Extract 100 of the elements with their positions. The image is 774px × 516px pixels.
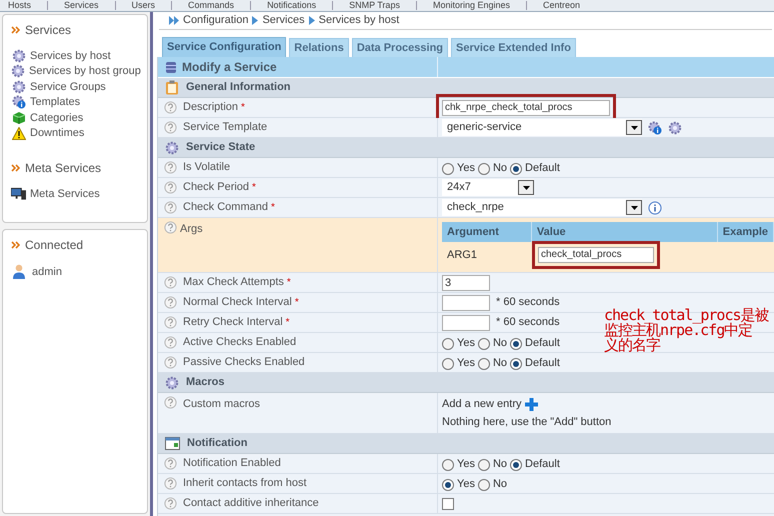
chevron-icon <box>11 26 20 34</box>
breadcrumb-link[interactable]: Configuration <box>183 12 248 29</box>
input-field[interactable]: 3 <box>442 274 490 290</box>
radio-button[interactable] <box>510 338 522 350</box>
plus-icon[interactable] <box>524 398 538 411</box>
help-icon[interactable] <box>164 161 177 174</box>
empty-message: Nothing here, use the "Add" button <box>442 414 612 430</box>
radio-button[interactable] <box>510 458 522 470</box>
value-field[interactable]: check_total_procs <box>538 247 654 263</box>
help-icon[interactable] <box>164 221 177 234</box>
breadcrumb-link[interactable]: Services <box>262 12 305 29</box>
help-icon[interactable] <box>164 316 177 329</box>
sidebar-item[interactable]: Categories <box>30 110 84 126</box>
radio-label: No <box>492 336 508 352</box>
gear-icon <box>12 48 26 63</box>
chevron-icon <box>11 240 20 248</box>
nav-tab[interactable]: Commands <box>188 0 234 12</box>
radio-button[interactable] <box>478 162 490 174</box>
sidebar-item[interactable]: Templates <box>30 94 80 110</box>
field-label: Custom macros <box>183 397 260 412</box>
help-icon[interactable] <box>164 477 177 490</box>
radio-label: Yes <box>457 477 475 492</box>
gear-icon <box>165 140 179 154</box>
field-label: Max Check Attempts <box>183 275 284 290</box>
warning-icon <box>12 126 26 140</box>
sidebar-item[interactable]: Services by host <box>30 48 111 64</box>
dropdown-button[interactable] <box>626 200 642 215</box>
input-field[interactable] <box>442 294 490 310</box>
tab[interactable]: Service Extended Info <box>451 38 576 57</box>
sidebar-item[interactable]: Service Groups <box>30 78 106 95</box>
field-label: Description <box>183 100 238 116</box>
sidebar-item[interactable]: Services by host group <box>29 63 141 80</box>
tab[interactable]: Service Configuration <box>162 37 286 57</box>
radio-label: Default <box>525 356 560 372</box>
radio-label: Default <box>525 336 560 352</box>
field-label: Active Checks Enabled <box>183 335 296 350</box>
help-icon[interactable] <box>164 101 177 114</box>
radio-label: No <box>492 356 508 372</box>
cube-icon <box>12 110 26 125</box>
sidebar-item[interactable]: Meta Services <box>30 186 100 202</box>
radio-button[interactable] <box>442 478 454 490</box>
info-icon[interactable] <box>648 200 662 214</box>
help-icon[interactable] <box>164 497 177 510</box>
radio-button[interactable] <box>478 338 490 350</box>
sidebar-item[interactable]: admin <box>32 264 62 280</box>
help-icon[interactable] <box>164 457 177 470</box>
input-field[interactable] <box>442 314 490 330</box>
help-icon[interactable] <box>164 336 177 349</box>
radio-button[interactable] <box>478 458 490 470</box>
help-icon[interactable] <box>164 121 177 134</box>
radio-button[interactable] <box>510 358 522 370</box>
tab[interactable]: Relations <box>289 38 349 57</box>
help-icon[interactable] <box>164 201 177 214</box>
radio-button[interactable] <box>442 338 454 350</box>
nav-tab[interactable]: Notifications <box>267 0 316 12</box>
nav-tab[interactable]: Users <box>132 0 156 12</box>
nav-tab[interactable]: Services <box>64 0 99 12</box>
annotation-text: 义的名字 <box>604 338 660 353</box>
radio-button[interactable] <box>442 458 454 470</box>
dropdown-button[interactable] <box>518 180 534 195</box>
sidebar-item[interactable]: Downtimes <box>30 125 84 142</box>
nav-tab[interactable]: Monitoring Engines <box>432 0 510 12</box>
radio-button[interactable] <box>510 162 522 174</box>
caret-icon <box>630 126 638 130</box>
radio-label: Yes <box>457 336 475 352</box>
field-label: Notification Enabled <box>183 456 281 472</box>
tab[interactable]: Data Processing <box>352 38 448 57</box>
unit-label: * 60 seconds <box>496 295 560 310</box>
double-arrow-icon <box>169 16 179 25</box>
nav-tab[interactable]: Centreon <box>543 0 580 12</box>
help-icon[interactable] <box>164 396 177 409</box>
window-icon <box>165 437 180 450</box>
add-entry-link[interactable]: Add a new entry <box>442 396 522 412</box>
breadcrumb-link[interactable]: Services by host <box>318 12 400 29</box>
help-icon[interactable] <box>164 296 177 309</box>
description-field[interactable]: chk_nrpe_check_total_procs <box>442 100 610 116</box>
arrow-icon <box>252 16 258 25</box>
help-icon[interactable] <box>164 356 177 369</box>
radio-button[interactable] <box>442 162 454 174</box>
annotation-text: check_total_procs是被 <box>604 308 769 323</box>
field-label: Check Command <box>183 200 268 216</box>
checkbox[interactable] <box>442 498 454 510</box>
radio-label: Yes <box>457 161 475 176</box>
help-icon[interactable] <box>164 181 177 194</box>
select-field[interactable]: generic-service <box>442 119 642 136</box>
radio-button[interactable] <box>442 358 454 370</box>
nav-tab[interactable]: SNMP Traps <box>349 0 400 12</box>
computer-icon <box>11 186 26 201</box>
field-label: Check Period <box>183 180 250 196</box>
info-gear-icon <box>648 120 662 134</box>
help-icon[interactable] <box>164 276 177 289</box>
dropdown-button[interactable] <box>626 120 642 135</box>
radio-button[interactable] <box>478 478 490 490</box>
required-mark: * <box>270 201 275 215</box>
select-field[interactable]: check_nrpe <box>442 199 642 216</box>
select-field[interactable]: 24x7 <box>442 179 534 196</box>
radio-button[interactable] <box>478 358 490 370</box>
chevron-icon <box>11 164 20 172</box>
nav-tab[interactable]: Hosts <box>8 0 32 12</box>
field-label: Passive Checks Enabled <box>183 355 305 370</box>
